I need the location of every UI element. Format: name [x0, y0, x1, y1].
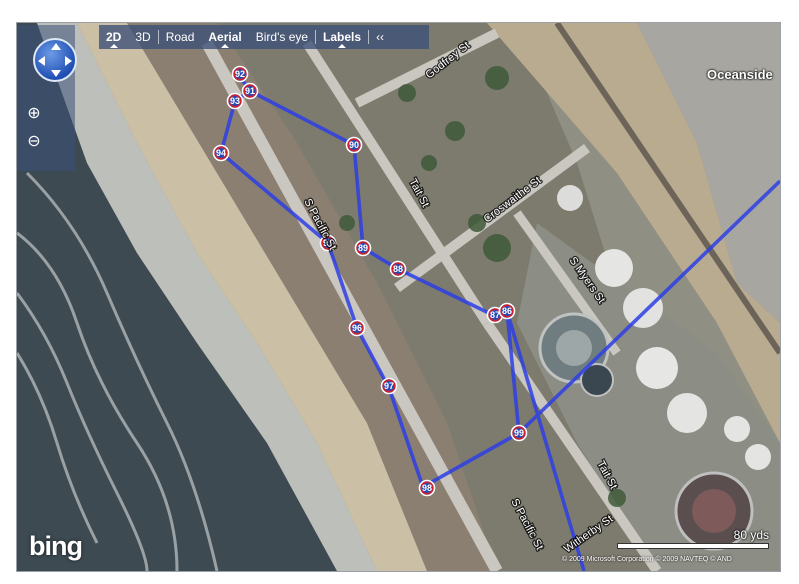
- place-label-oceanside: Oceanside: [707, 67, 773, 82]
- route-marker-91[interactable]: 91: [241, 82, 259, 100]
- map-style-toolbar: 2D 3D Road Aerial Bird's eye Labels ‹‹: [99, 25, 429, 49]
- aerial-button[interactable]: Aerial: [201, 25, 248, 49]
- bing-logo: bing: [29, 531, 83, 561]
- collapse-toolbar-button[interactable]: ‹‹: [369, 25, 391, 49]
- route-marker-98[interactable]: 98: [418, 479, 436, 497]
- route-marker-89[interactable]: 89: [354, 239, 372, 257]
- pan-left-icon[interactable]: [38, 56, 45, 66]
- view-2d-button[interactable]: 2D: [99, 25, 128, 49]
- route-marker-92[interactable]: 92: [231, 65, 249, 83]
- svg-text:94: 94: [216, 148, 226, 158]
- svg-text:97: 97: [384, 381, 394, 391]
- scale-bar: 80 yds: [617, 528, 769, 549]
- road-button[interactable]: Road: [159, 25, 202, 49]
- navigation-control: ⊕ ⊖: [17, 25, 77, 171]
- zoom-in-icon[interactable]: ⊕: [25, 105, 43, 123]
- pan-up-icon[interactable]: [51, 43, 61, 50]
- labels-button[interactable]: Labels: [316, 25, 368, 49]
- route-marker-90[interactable]: 90: [345, 136, 363, 154]
- aerial-map[interactable]: 92 91 93 90 94 95 89 88 87 86 96 97 99 9…: [17, 23, 780, 571]
- route-marker-94[interactable]: 94: [212, 144, 230, 162]
- route-marker-96[interactable]: 96: [348, 319, 366, 337]
- route-marker-88[interactable]: 88: [389, 260, 407, 278]
- pan-right-icon[interactable]: [65, 56, 72, 66]
- svg-text:96: 96: [352, 323, 362, 333]
- route-marker-99[interactable]: 99: [510, 424, 528, 442]
- map-viewport[interactable]: 92 91 93 90 94 95 89 88 87 86 96 97 99 9…: [16, 22, 781, 572]
- svg-text:98: 98: [422, 483, 432, 493]
- svg-text:90: 90: [349, 140, 359, 150]
- svg-text:88: 88: [393, 264, 403, 274]
- scale-label: 80 yds: [733, 528, 769, 542]
- pan-compass-icon[interactable]: [33, 38, 77, 82]
- scale-bar-line: [617, 543, 769, 549]
- pan-down-icon[interactable]: [51, 70, 61, 77]
- route-marker-86[interactable]: 86: [498, 302, 516, 320]
- zoom-out-icon[interactable]: ⊖: [25, 133, 43, 151]
- route-marker-93[interactable]: 93: [226, 92, 244, 110]
- view-3d-button[interactable]: 3D: [128, 25, 157, 49]
- route-marker-97[interactable]: 97: [380, 377, 398, 395]
- copyright-text: © 2009 Microsoft Corporation © 2009 NAVT…: [562, 556, 732, 563]
- svg-text:89: 89: [358, 243, 368, 253]
- svg-text:91: 91: [245, 86, 255, 96]
- svg-text:87: 87: [490, 310, 500, 320]
- svg-text:93: 93: [230, 96, 240, 106]
- svg-text:92: 92: [235, 69, 245, 79]
- svg-text:99: 99: [514, 428, 524, 438]
- svg-text:86: 86: [502, 306, 512, 316]
- birds-eye-button[interactable]: Bird's eye: [249, 25, 315, 49]
